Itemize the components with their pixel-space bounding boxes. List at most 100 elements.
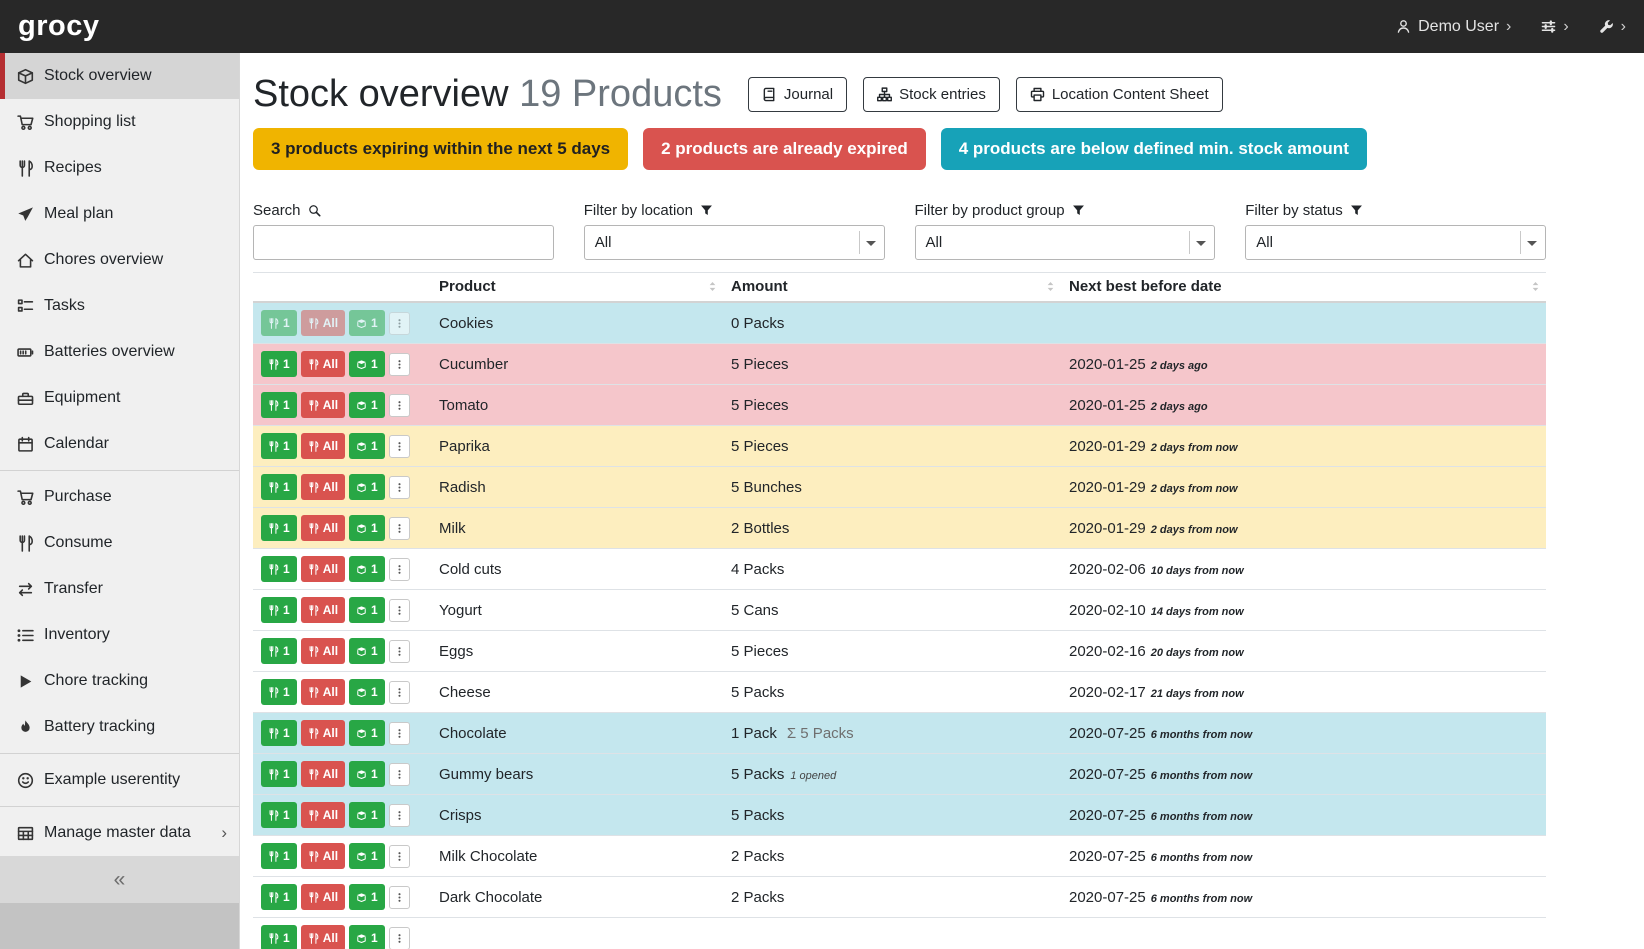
consume-one-button[interactable]: 1 [261, 433, 297, 459]
row-menu-button[interactable] [389, 599, 410, 622]
row-menu-button[interactable] [389, 558, 410, 581]
sort-icon[interactable] [706, 280, 719, 293]
column-next-best-before-date[interactable]: Next best before date [1061, 273, 1546, 303]
row-menu-button[interactable] [389, 435, 410, 458]
open-one-button[interactable]: 1 [349, 351, 385, 377]
sidebar-item-meal-plan[interactable]: Meal plan [0, 191, 239, 237]
banner-below-min-stock[interactable]: 4 products are below defined min. stock … [941, 128, 1367, 170]
consume-one-button[interactable]: 1 [261, 597, 297, 623]
open-one-button[interactable]: 1 [349, 392, 385, 418]
consume-one-button[interactable]: 1 [261, 679, 297, 705]
open-one-button[interactable]: 1 [349, 433, 385, 459]
user-menu[interactable]: Demo User › [1396, 18, 1511, 36]
consume-one-button[interactable]: 1 [261, 884, 297, 910]
open-one-button[interactable]: 1 [349, 925, 385, 949]
consume-all-button[interactable]: All [301, 843, 345, 869]
settings-menu[interactable]: › [1541, 18, 1568, 36]
journal-button[interactable]: Journal [748, 77, 847, 112]
row-menu-button[interactable] [389, 722, 410, 745]
consume-one-button[interactable]: 1 [261, 310, 297, 336]
sidebar-item-consume[interactable]: Consume [0, 520, 239, 566]
open-one-button[interactable]: 1 [349, 556, 385, 582]
consume-all-button[interactable]: All [301, 884, 345, 910]
column-product[interactable]: Product [431, 273, 723, 303]
consume-one-button[interactable]: 1 [261, 925, 297, 949]
row-menu-button[interactable] [389, 886, 410, 909]
consume-all-button[interactable]: All [301, 310, 345, 336]
filter-by-product-group-select[interactable]: All [915, 225, 1216, 260]
sidebar-item-transfer[interactable]: Transfer [0, 566, 239, 612]
sidebar-collapse-button[interactable]: « [0, 856, 239, 903]
consume-all-button[interactable]: All [301, 515, 345, 541]
consume-one-button[interactable]: 1 [261, 474, 297, 500]
filter-by-location-select[interactable]: All [584, 225, 885, 260]
banner-expiring[interactable]: 3 products expiring within the next 5 da… [253, 128, 628, 170]
row-menu-button[interactable] [389, 927, 410, 949]
consume-all-button[interactable]: All [301, 761, 345, 787]
consume-one-button[interactable]: 1 [261, 761, 297, 787]
app-logo[interactable]: grocy [18, 10, 99, 43]
row-menu-button[interactable] [389, 763, 410, 786]
open-one-button[interactable]: 1 [349, 802, 385, 828]
open-one-button[interactable]: 1 [349, 761, 385, 787]
consume-all-button[interactable]: All [301, 474, 345, 500]
open-one-button[interactable]: 1 [349, 679, 385, 705]
sidebar-item-purchase[interactable]: Purchase [0, 474, 239, 520]
consume-all-button[interactable]: All [301, 720, 345, 746]
row-menu-button[interactable] [389, 394, 410, 417]
sidebar-item-example-userentity[interactable]: Example userentity [0, 757, 239, 803]
consume-one-button[interactable]: 1 [261, 843, 297, 869]
consume-one-button[interactable]: 1 [261, 720, 297, 746]
open-one-button[interactable]: 1 [349, 310, 385, 336]
consume-one-button[interactable]: 1 [261, 351, 297, 377]
consume-one-button[interactable]: 1 [261, 515, 297, 541]
sidebar-item-calendar[interactable]: Calendar [0, 421, 239, 467]
consume-one-button[interactable]: 1 [261, 802, 297, 828]
stock-entries-button[interactable]: Stock entries [863, 77, 1000, 112]
consume-one-button[interactable]: 1 [261, 392, 297, 418]
open-one-button[interactable]: 1 [349, 638, 385, 664]
sidebar-item-inventory[interactable]: Inventory [0, 612, 239, 658]
admin-menu[interactable]: › [1599, 18, 1626, 36]
sidebar-item-batteries-overview[interactable]: Batteries overview [0, 329, 239, 375]
consume-all-button[interactable]: All [301, 679, 345, 705]
row-menu-button[interactable] [389, 353, 410, 376]
sidebar-item-stock-overview[interactable]: Stock overview [0, 53, 239, 99]
filter-by-status-select[interactable]: All [1245, 225, 1546, 260]
consume-all-button[interactable]: All [301, 433, 345, 459]
sidebar-item-recipes[interactable]: Recipes [0, 145, 239, 191]
open-one-button[interactable]: 1 [349, 474, 385, 500]
row-menu-button[interactable] [389, 640, 410, 663]
sort-icon[interactable] [1044, 280, 1057, 293]
sidebar-item-battery-tracking[interactable]: Battery tracking [0, 704, 239, 750]
sidebar-item-shopping-list[interactable]: Shopping list [0, 99, 239, 145]
consume-all-button[interactable]: All [301, 597, 345, 623]
row-menu-button[interactable] [389, 312, 410, 335]
consume-one-button[interactable]: 1 [261, 556, 297, 582]
sort-icon[interactable] [1529, 280, 1542, 293]
sidebar-item-manage-master-data[interactable]: Manage master data› [0, 810, 239, 856]
sidebar-item-chore-tracking[interactable]: Chore tracking [0, 658, 239, 704]
row-menu-button[interactable] [389, 476, 410, 499]
consume-all-button[interactable]: All [301, 556, 345, 582]
sidebar-item-chores-overview[interactable]: Chores overview [0, 237, 239, 283]
banner-expired[interactable]: 2 products are already expired [643, 128, 926, 170]
row-menu-button[interactable] [389, 517, 410, 540]
row-menu-button[interactable] [389, 681, 410, 704]
open-one-button[interactable]: 1 [349, 515, 385, 541]
consume-all-button[interactable]: All [301, 638, 345, 664]
row-menu-button[interactable] [389, 845, 410, 868]
consume-one-button[interactable]: 1 [261, 638, 297, 664]
consume-all-button[interactable]: All [301, 925, 345, 949]
sidebar-item-equipment[interactable]: Equipment [0, 375, 239, 421]
row-menu-button[interactable] [389, 804, 410, 827]
column-amount[interactable]: Amount [723, 273, 1061, 303]
sidebar-item-tasks[interactable]: Tasks [0, 283, 239, 329]
open-one-button[interactable]: 1 [349, 843, 385, 869]
consume-all-button[interactable]: All [301, 802, 345, 828]
consume-all-button[interactable]: All [301, 392, 345, 418]
open-one-button[interactable]: 1 [349, 597, 385, 623]
location-content-sheet-button[interactable]: Location Content Sheet [1016, 77, 1223, 112]
open-one-button[interactable]: 1 [349, 884, 385, 910]
search-input[interactable] [253, 225, 554, 260]
